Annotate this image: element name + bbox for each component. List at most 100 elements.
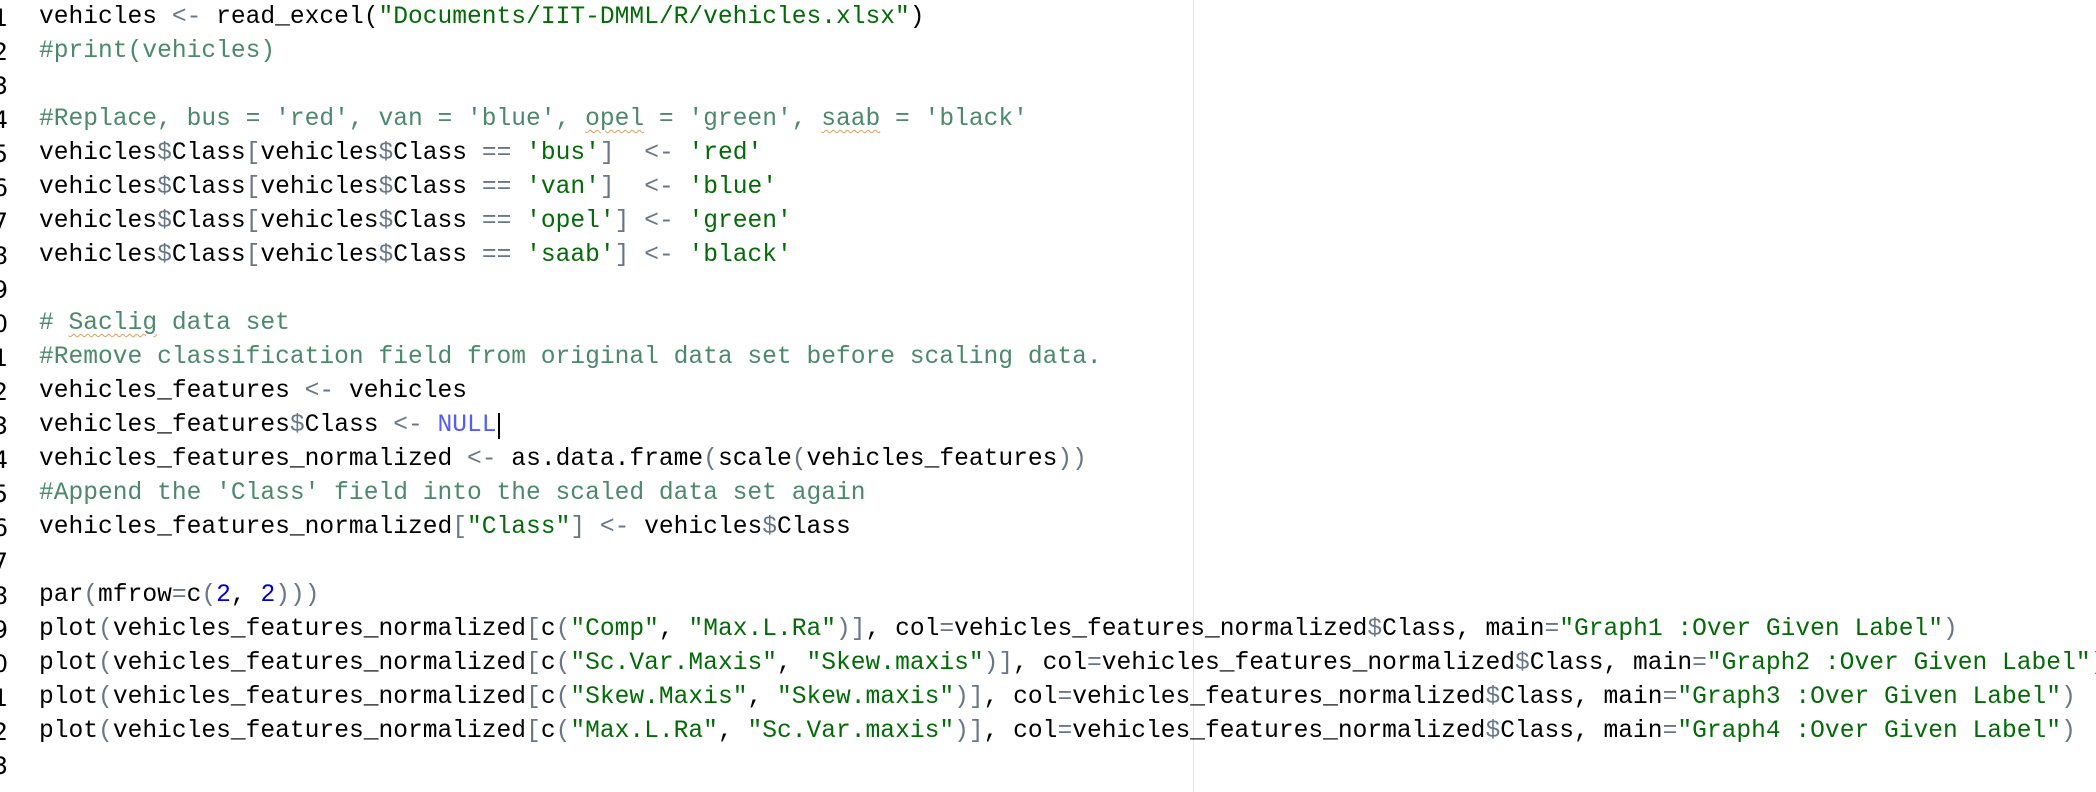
operator-token: )] [983, 650, 1014, 677]
line-number: 22 [0, 718, 8, 746]
code-token: Class [776, 514, 851, 541]
operator-token: ) [2061, 718, 2076, 745]
code-line[interactable]: vehicles_features_normalized <- as.data.… [39, 443, 1087, 477]
operator-token: ] [599, 174, 615, 201]
code-token: , [717, 718, 748, 745]
operator-token: ( [555, 684, 571, 711]
code-line[interactable]: vehicles$Class[vehicles$Class == 'van'] … [39, 171, 777, 205]
line-number: 14 [0, 446, 8, 474]
code-line[interactable]: plot(vehicles_features_normalized[c("Sc.… [39, 647, 2096, 681]
code-line[interactable]: plot(vehicles_features_normalized[c("Max… [39, 715, 2076, 749]
operator-token: ( [98, 684, 113, 711]
code-line[interactable]: vehicles$Class[vehicles$Class == 'bus'] … [39, 137, 762, 171]
operator-token: = [1692, 650, 1707, 677]
operator-token: )] [954, 684, 984, 711]
operator-token: ( [703, 446, 718, 473]
string-literal: "Graph1 :Over Given Label" [1559, 616, 1944, 643]
operator-token: <- [393, 412, 423, 439]
line-number: 23 [0, 752, 8, 780]
code-line[interactable]: vehicles$Class[vehicles$Class == 'opel']… [39, 205, 792, 239]
code-token: vehicles_features_normalized [112, 650, 527, 677]
code-token: vehicles [39, 208, 158, 235]
code-line[interactable]: vehicles <- read_excel("Documents/IIT-DM… [39, 1, 925, 35]
line-number: 8 [0, 242, 8, 270]
operator-token: ] [599, 140, 615, 167]
operator-token: <- [644, 208, 674, 235]
operator-token: == [481, 208, 512, 235]
operator-token: $ [378, 242, 394, 269]
code-token: vehicles_features_normalized [954, 616, 1368, 643]
code-token: , [776, 650, 807, 677]
code-token: Class [304, 412, 394, 439]
operator-token: [ [245, 208, 261, 235]
code-token: vehicles_features_normalized [39, 446, 468, 473]
line-number: 6 [0, 174, 8, 202]
code-line[interactable]: vehicles_features_normalized["Class"] <-… [39, 511, 851, 545]
operator-token: <- [599, 514, 630, 541]
line-number: 9 [0, 276, 8, 304]
code-line[interactable]: #Remove classification field from origin… [39, 341, 1102, 375]
operator-token: [ [245, 140, 261, 167]
code-token: mfrow [98, 582, 172, 609]
line-number: 10 [0, 310, 8, 338]
code-token: vehicles [260, 242, 379, 269]
code-line[interactable]: par(mfrow=c(2, 2))) [39, 579, 319, 613]
code-line[interactable]: plot(vehicles_features_normalized[c("Ske… [39, 681, 2076, 715]
code-token: vehicles_features_normalized [112, 684, 527, 711]
line-number: 7 [0, 208, 8, 236]
operator-token: ) [2091, 650, 2096, 677]
code-token: Class [171, 242, 246, 269]
comment-token: = 'green', [644, 106, 822, 133]
code-editor[interactable]: 1234567891011121314151617181920212223 ve… [0, 0, 2096, 792]
code-token: Class, main [1529, 650, 1693, 677]
string-literal: 'blue' [688, 174, 778, 201]
line-number: 20 [0, 650, 8, 678]
string-literal: 'bus' [526, 140, 600, 167]
code-token: Class [393, 242, 482, 269]
code-token: vehicles [334, 378, 468, 405]
operator-token: $ [289, 412, 305, 439]
operator-token: = [1662, 718, 1678, 745]
comment-token: #Append the 'Class' field into the scale… [39, 480, 866, 507]
code-line[interactable]: #print(vehicles) [39, 35, 275, 69]
code-line[interactable]: #Replace, bus = 'red', van = 'blue', ope… [39, 103, 1028, 137]
code-token: , [658, 616, 689, 643]
line-number: 17 [0, 548, 8, 576]
line-number: 4 [0, 106, 8, 134]
line-number: 18 [0, 582, 8, 610]
operator-token: $ [378, 140, 394, 167]
code-token: vehicles [260, 208, 379, 235]
code-token: vehicles [629, 514, 763, 541]
operator-token: ( [555, 650, 571, 677]
code-line[interactable]: vehicles_features <- vehicles [39, 375, 467, 409]
operator-token: <- [644, 242, 674, 269]
code-line[interactable]: plot(vehicles_features_normalized[c("Com… [39, 613, 1958, 647]
string-literal: "Documents/IIT-DMML/R/vehicles.xlsx" [378, 4, 910, 31]
code-token: plot [39, 650, 99, 677]
operator-token: ( [201, 582, 217, 609]
code-line[interactable]: # Saclig data set [39, 307, 290, 341]
code-token: vehicles_features_normalized [1101, 650, 1515, 677]
operator-token: ( [98, 718, 113, 745]
line-number: 19 [0, 616, 8, 644]
operator-token: = [1662, 684, 1678, 711]
line-number: 5 [0, 140, 8, 168]
string-literal: "Sc.Var.Maxis" [570, 650, 777, 677]
code-token: vehicles [39, 242, 158, 269]
misspelled-word: Saclig [68, 310, 158, 337]
string-literal: "Skew.maxis" [806, 650, 984, 677]
comment-token: # [39, 310, 69, 337]
code-line[interactable]: #Append the 'Class' field into the scale… [39, 477, 866, 511]
string-literal: "Skew.Maxis" [570, 684, 748, 711]
line-number: 11 [0, 344, 8, 372]
code-line[interactable]: vehicles_features$Class <- NULL [39, 409, 497, 443]
operator-token: $ [157, 242, 172, 269]
code-line[interactable]: vehicles$Class[vehicles$Class == 'saab']… [39, 239, 792, 273]
code-token: plot [39, 718, 99, 745]
